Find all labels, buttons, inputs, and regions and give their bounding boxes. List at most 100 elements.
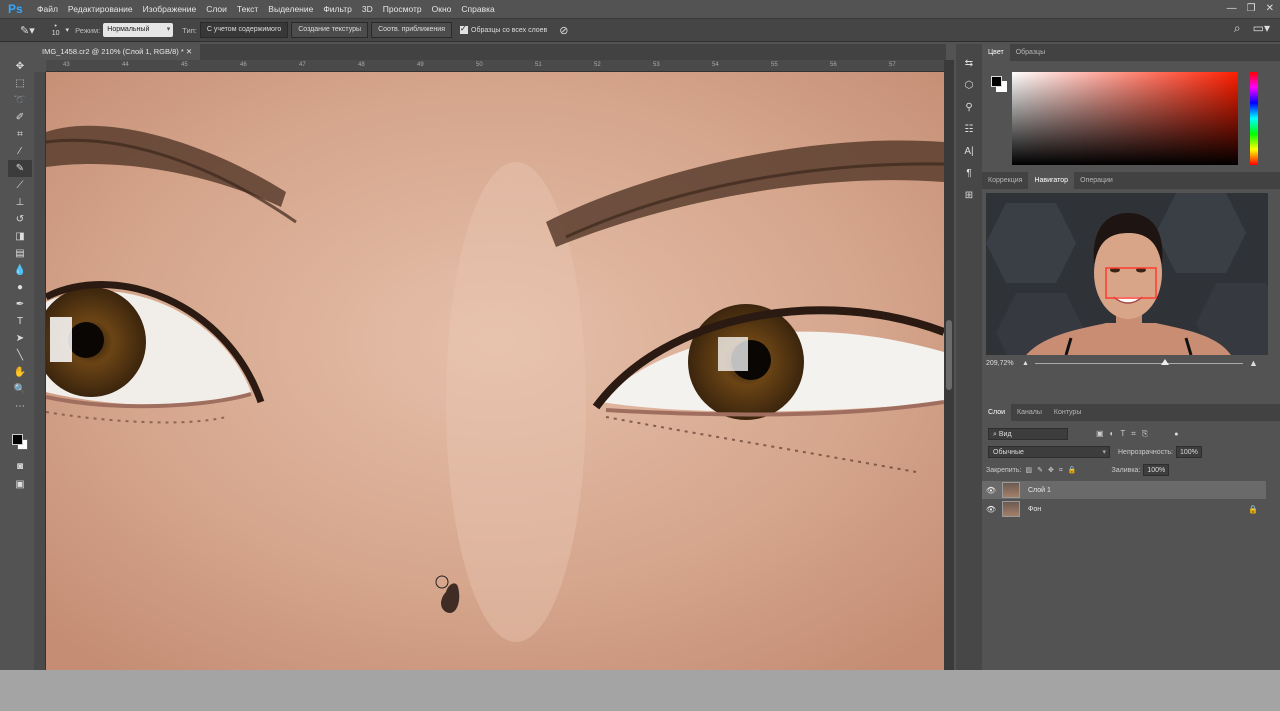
ruler-tick: 49 — [417, 62, 424, 68]
menu-file[interactable]: Файл — [32, 0, 63, 18]
layer-name: Слой 1 — [1028, 486, 1051, 494]
content-aware-button[interactable]: С учетом содержимого — [199, 22, 289, 38]
menu-select[interactable]: Выделение — [263, 0, 318, 18]
tab-swatches[interactable]: Образцы — [1010, 44, 1051, 61]
path-select-tool-icon[interactable]: ➤ — [8, 330, 32, 347]
restore-icon[interactable]: ❐ — [1247, 0, 1256, 18]
eyedropper-tool-icon[interactable]: ⁄ — [8, 143, 32, 160]
clone-stamp-tool-icon[interactable]: ⊥ — [8, 194, 32, 211]
healing-brush-tool-icon[interactable]: ✎▾ — [20, 24, 35, 37]
character-icon[interactable]: A| — [956, 140, 982, 162]
document-canvas[interactable] — [46, 72, 944, 670]
tab-color[interactable]: Цвет — [982, 44, 1010, 61]
pen-tool-icon[interactable]: ✒ — [8, 296, 32, 313]
ruler-tick: 57 — [889, 62, 896, 68]
minimize-icon[interactable]: — — [1227, 0, 1237, 18]
layer-row-background[interactable]: 👁 Фон 🔒 — [982, 500, 1266, 518]
eye-icon[interactable]: 👁 — [982, 486, 1000, 495]
search-icon[interactable]: ⌕ — [1234, 21, 1241, 36]
fill-input[interactable]: 100% — [1143, 464, 1170, 476]
horizontal-ruler: 43 44 45 46 47 48 49 50 51 52 53 54 55 5… — [46, 60, 946, 72]
menu-view[interactable]: Просмотр — [378, 0, 427, 18]
menu-layers[interactable]: Слои — [201, 0, 232, 18]
menu-filter[interactable]: Фильтр — [318, 0, 357, 18]
clone-source-icon[interactable]: ⚲ — [956, 96, 982, 118]
mode-label: Режим: — [75, 25, 101, 35]
layer-filter-value: Вид — [998, 431, 1012, 438]
zoom-tool-icon[interactable]: 🔍 — [8, 381, 32, 398]
options-bar: ✎▾ •10 ▾ Режим: Нормальный Тип: С учетом… — [0, 18, 1280, 42]
eye-icon[interactable]: 👁 — [982, 505, 1000, 514]
workspace-icon[interactable]: ▭▾ — [1253, 21, 1270, 36]
history-brush-tool-icon[interactable]: ↺ — [8, 211, 32, 228]
lock-options-icons[interactable]: ▨✎✥⌗🔒 — [1025, 466, 1081, 475]
menu-edit[interactable]: Редактирование — [63, 0, 138, 18]
menu-text[interactable]: Текст — [232, 0, 263, 18]
blur-tool-icon[interactable]: 💧 — [8, 262, 32, 279]
pressure-size-icon[interactable]: ⊘ — [559, 24, 568, 37]
quick-mask-icon[interactable]: ◙ — [8, 458, 32, 475]
brush-tool-icon[interactable]: ⟋ — [8, 177, 32, 194]
healing-brush-tool-icon[interactable]: ✎ — [8, 160, 32, 177]
marquee-tool-icon[interactable]: ⬚ — [8, 75, 32, 92]
tab-channels[interactable]: Каналы — [1011, 404, 1048, 421]
quick-select-tool-icon[interactable]: ✐ — [8, 109, 32, 126]
hand-tool-icon[interactable]: ✋ — [8, 364, 32, 381]
sample-all-layers-checkbox[interactable]: Образцы со всех слоев — [460, 24, 547, 34]
type-tool-icon[interactable]: T — [8, 313, 32, 330]
paragraph-icon[interactable]: ¶ — [956, 162, 982, 184]
brush-size-picker[interactable]: • 10 — [52, 23, 60, 37]
libraries-icon[interactable]: ⊞ — [956, 184, 982, 206]
foreground-color-swatch[interactable] — [12, 434, 23, 445]
lasso-tool-icon[interactable]: ➰ — [8, 92, 32, 109]
color-panel-tabs: Цвет Образцы — [982, 44, 1280, 61]
move-tool-icon[interactable]: ✥ — [8, 58, 32, 75]
tab-paths[interactable]: Контуры — [1048, 404, 1087, 421]
navigator-preview[interactable] — [986, 193, 1268, 355]
color-spectrum-field[interactable] — [1012, 72, 1238, 165]
layer-filter-icons[interactable]: ▣◐T⌗⎘ — [1096, 429, 1154, 439]
mode-select[interactable]: Нормальный — [103, 23, 174, 37]
zoom-slider-thumb[interactable] — [1160, 358, 1169, 365]
menu-help[interactable]: Справка — [456, 0, 499, 18]
document-tab[interactable]: IMG_1458.cr2 @ 210% (Слой 1, RGB/8) * ✕ — [34, 44, 201, 60]
tab-adjustments[interactable]: Коррекция — [982, 172, 1028, 189]
tab-actions[interactable]: Операции — [1074, 172, 1119, 189]
layers-panel: Слои Каналы Контуры ⌕ Вид ▣◐T⌗⎘ ● Обычны… — [982, 404, 1280, 670]
crop-tool-icon[interactable]: ⌗ — [8, 126, 32, 143]
layer-filter-select[interactable]: ⌕ Вид — [988, 428, 1068, 440]
menu-window[interactable]: Окно — [427, 0, 457, 18]
zoom-value[interactable]: 209,72% — [986, 360, 1022, 367]
zoom-out-icon[interactable]: ▲ — [1022, 360, 1029, 367]
zoom-in-icon[interactable]: ▲ — [1249, 358, 1258, 368]
layer-row-layer1[interactable]: 👁 Слой 1 — [982, 481, 1266, 499]
more-tools-icon[interactable]: ⋯ — [8, 398, 32, 415]
menu-image[interactable]: Изображение — [138, 0, 202, 18]
ruler-tick: 56 — [830, 62, 837, 68]
menu-3d[interactable]: 3D — [357, 0, 378, 18]
color-foreground-swatch[interactable] — [991, 76, 1002, 87]
chevron-down-icon[interactable]: ▾ — [66, 26, 70, 34]
tab-navigator[interactable]: Навигатор — [1028, 172, 1075, 189]
zoom-slider[interactable] — [1034, 358, 1243, 365]
blend-mode-select[interactable]: Обычные — [988, 446, 1110, 458]
proximity-match-button[interactable]: Соотв. приближения — [371, 22, 452, 38]
properties-icon[interactable]: ☷ — [956, 118, 982, 140]
ruler-tick: 43 — [63, 62, 70, 68]
gradient-tool-icon[interactable]: ▤ — [8, 245, 32, 262]
eraser-tool-icon[interactable]: ◨ — [8, 228, 32, 245]
close-tab-icon[interactable]: ✕ — [186, 47, 192, 56]
tab-layers[interactable]: Слои — [982, 404, 1012, 421]
history-panel-icon[interactable]: ⇆ — [956, 52, 982, 74]
line-tool-icon[interactable]: ╲ — [8, 347, 32, 364]
filter-toggle-icon[interactable]: ● — [1174, 431, 1178, 438]
scrollbar-thumb[interactable] — [946, 320, 952, 390]
brush-presets-icon[interactable]: ⬡ — [956, 74, 982, 96]
screen-mode-icon[interactable]: ▣ — [8, 476, 32, 493]
dodge-tool-icon[interactable]: ● — [8, 279, 32, 296]
create-texture-button[interactable]: Создание текстуры — [291, 22, 369, 38]
hue-slider[interactable] — [1250, 72, 1258, 165]
close-icon[interactable]: ✕ — [1266, 0, 1274, 18]
vertical-scrollbar[interactable] — [944, 60, 954, 670]
opacity-input[interactable]: 100% — [1176, 446, 1202, 458]
